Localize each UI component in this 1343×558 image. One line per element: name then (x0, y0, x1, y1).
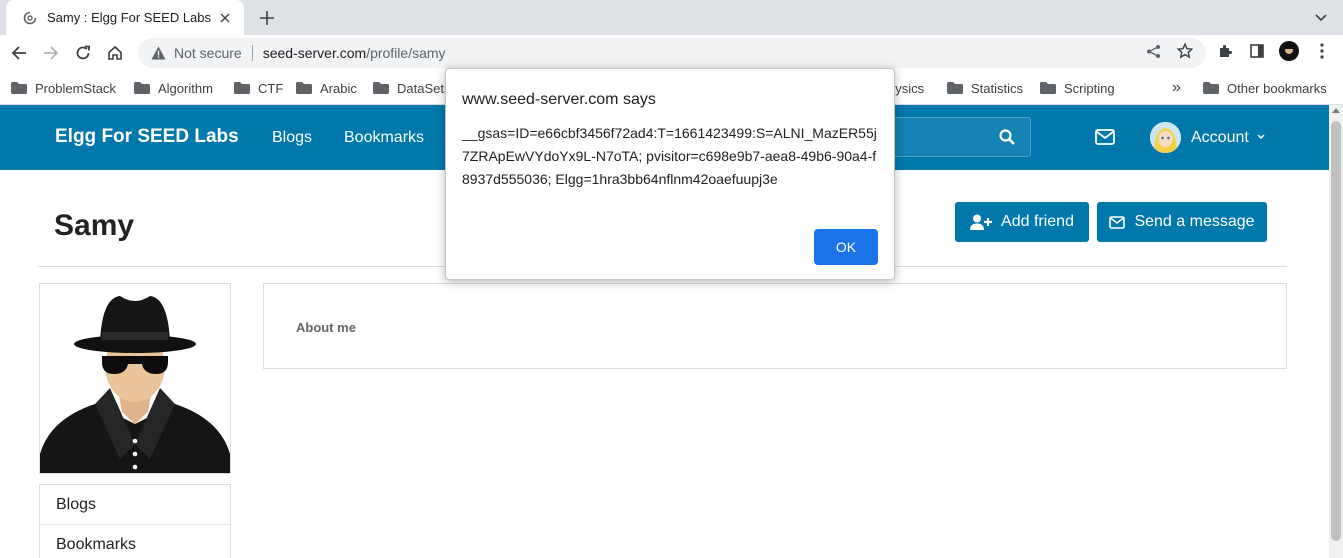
close-tab-icon[interactable] (216, 9, 234, 27)
loading-favicon-icon (22, 10, 38, 26)
ok-button[interactable]: OK (814, 229, 878, 265)
bookmark-label: Algorithm (158, 80, 213, 96)
tab-title: Samy : Elgg For SEED Labs (47, 10, 212, 25)
bookmark-folder[interactable]: Algorithm (134, 79, 213, 97)
bookmark-label: CTF (258, 80, 284, 96)
search-icon[interactable] (998, 128, 1016, 146)
alert-message: __gsas=ID=e66cbf3456f72ad4:T=1661423499:… (462, 125, 877, 187)
scroll-up-arrow-icon[interactable] (1332, 108, 1340, 113)
chevron-down-icon (1257, 132, 1265, 143)
site-search-input[interactable] (880, 117, 1031, 157)
browser-toolbar: Not secure seed-server.com/profile/samy (0, 35, 1343, 71)
account-label: Account (1191, 128, 1249, 146)
bookmark-label: Other bookmarks (1227, 80, 1327, 96)
more-menu-icon[interactable] (1313, 42, 1331, 60)
folder-icon (947, 82, 963, 94)
folder-icon (11, 82, 27, 94)
bookmark-folder[interactable]: Statistics (947, 79, 1023, 97)
bookmark-label: Scripting (1064, 80, 1115, 96)
bookmark-label: Statistics (971, 80, 1024, 96)
bookmark-folder[interactable]: ProblemStack (11, 79, 116, 97)
warning-icon[interactable] (150, 45, 166, 61)
alert-dialog: www.seed-server.com says __gsas=ID=e66cb… (445, 68, 895, 280)
new-tab-icon[interactable] (257, 8, 277, 28)
envelope-icon[interactable] (1095, 129, 1115, 145)
chevron-down-icon[interactable] (1312, 9, 1330, 27)
bookmark-label: Arabic (320, 80, 357, 96)
bookmark-folder[interactable]: DataSets (373, 79, 450, 97)
site-brand[interactable]: Elgg For SEED Labs (55, 126, 239, 148)
bookmark-folder[interactable]: Arabic (296, 79, 357, 97)
account-avatar (1150, 122, 1181, 153)
bookmark-folder[interactable]: Scripting (1040, 79, 1115, 97)
folder-icon (373, 82, 389, 94)
profile-side-menu: Blogs Bookmarks (39, 484, 231, 558)
side-menu-blogs[interactable]: Blogs (40, 485, 230, 525)
share-icon[interactable] (1144, 42, 1162, 60)
address-bar[interactable]: Not secure seed-server.com/profile/samy (138, 38, 1206, 68)
about-me-label: About me (296, 320, 356, 335)
bookmark-star-icon[interactable] (1176, 42, 1194, 60)
profile-avatar-icon[interactable] (1279, 41, 1299, 61)
back-arrow-icon[interactable] (8, 42, 30, 64)
profile-name: Samy (54, 209, 135, 242)
add-friend-button[interactable]: Add friend (955, 202, 1089, 242)
bookmark-label: DataSets (397, 80, 451, 96)
reload-icon[interactable] (72, 42, 94, 64)
send-message-button[interactable]: Send a message (1097, 202, 1267, 242)
bookmark-label: ProblemStack (35, 80, 116, 96)
add-friend-label: Add friend (1001, 213, 1074, 230)
forward-arrow-icon[interactable] (40, 42, 62, 64)
bookmark-folder[interactable]: CTF (234, 79, 283, 97)
page-scrollbar[interactable] (1329, 105, 1343, 558)
about-me-panel: About me (263, 283, 1287, 369)
folder-icon (1040, 82, 1056, 94)
omnibox-separator (251, 45, 253, 61)
bookmarks-overflow-icon[interactable]: » (1172, 79, 1181, 97)
side-panel-icon[interactable] (1248, 42, 1266, 60)
envelope-icon (1109, 215, 1126, 229)
tab-strip: Samy : Elgg For SEED Labs (0, 0, 1343, 35)
url-text: seed-server.com/profile/samy (263, 45, 446, 61)
folder-icon (134, 82, 150, 94)
overflow-glyph: » (1172, 79, 1181, 96)
nav-blogs[interactable]: Blogs (272, 129, 312, 147)
folder-icon (296, 82, 312, 94)
folder-icon (1203, 82, 1219, 94)
security-status: Not secure (174, 45, 242, 61)
side-menu-bookmarks[interactable]: Bookmarks (40, 525, 230, 558)
browser-tab[interactable]: Samy : Elgg For SEED Labs (6, 0, 244, 35)
scroll-thumb[interactable] (1331, 121, 1341, 541)
send-message-label: Send a message (1134, 213, 1255, 230)
extensions-icon[interactable] (1216, 42, 1234, 60)
home-icon[interactable] (104, 42, 126, 64)
alert-title: www.seed-server.com says (462, 91, 656, 108)
other-bookmarks-folder[interactable]: Other bookmarks (1203, 79, 1327, 97)
account-menu[interactable]: Account (1150, 122, 1265, 153)
user-plus-icon (970, 214, 993, 230)
url-host: seed-server.com (262, 45, 367, 61)
folder-icon (234, 82, 250, 94)
url-path: /profile/samy (366, 45, 446, 61)
profile-avatar[interactable] (39, 283, 231, 474)
nav-bookmarks[interactable]: Bookmarks (344, 129, 424, 147)
spy-avatar-icon (40, 284, 230, 473)
